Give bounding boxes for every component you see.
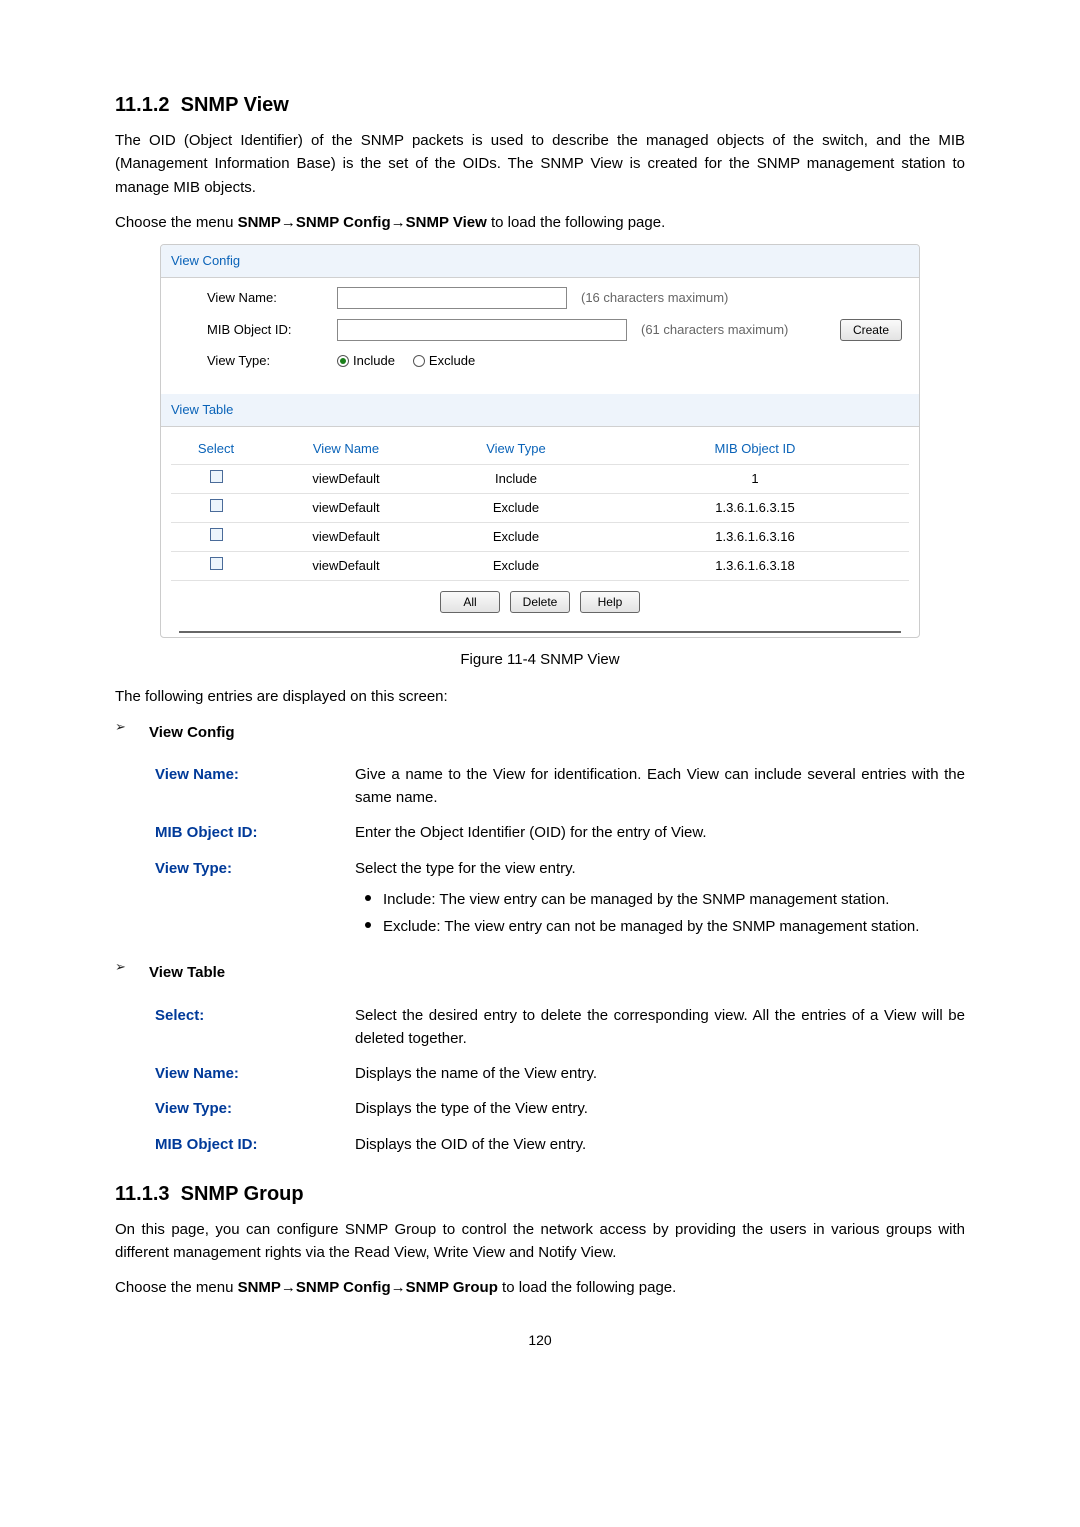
bullet-icon [365,895,371,901]
checkbox-icon[interactable] [210,557,223,570]
section-heading-snmp-view: 11.1.2 SNMP View [115,90,965,121]
label-view-name: View Name: [207,288,327,308]
hint-mib: (61 characters maximum) [641,320,788,340]
col-mib-object-id: MIB Object ID [601,435,909,464]
col-select: Select [171,435,261,464]
table-row: viewDefault Include 1 [171,464,909,493]
snmp-view-intro: The OID (Object Identifier) of the SNMP … [115,129,965,199]
desc-view-name: Give a name to the View for identificati… [355,763,965,810]
desc-view-type-2: Displays the type of the View entry. [355,1097,965,1120]
divider [179,631,901,633]
desc-view-name-2: Displays the name of the View entry. [355,1062,965,1085]
input-mib-object-id[interactable] [337,319,627,341]
checkbox-icon[interactable] [210,470,223,483]
entries-intro: The following entries are displayed on t… [115,685,965,708]
radio-exclude[interactable]: Exclude [413,351,475,371]
term-view-type-2: View Type: [155,1097,355,1120]
snmp-view-panel: View Config View Name: (16 characters ma… [160,244,920,638]
delete-button[interactable]: Delete [510,591,571,613]
checkbox-icon[interactable] [210,499,223,512]
input-view-name[interactable] [337,287,567,309]
term-view-type: View Type: [155,857,355,880]
desc-view-type: Select the type for the view entry. Incl… [355,857,965,943]
snmp-group-menu-path: Choose the menu SNMP→SNMP Config→SNMP Gr… [115,1276,965,1299]
subhead-view-table: ➢ View Table [115,955,965,992]
radio-include[interactable]: Include [337,351,395,371]
col-view-name: View Name [261,435,431,464]
term-mib-object-id: MIB Object ID: [155,821,355,844]
term-mib-object-id-2: MIB Object ID: [155,1133,355,1156]
view-config-title: View Config [161,245,919,278]
radio-dot-icon [413,355,425,367]
table-row: viewDefault Exclude 1.3.6.1.6.3.16 [171,522,909,551]
snmp-group-intro: On this page, you can configure SNMP Gro… [115,1218,965,1265]
hint-view-name: (16 characters maximum) [581,288,728,308]
desc-select: Select the desired entry to delete the c… [355,1004,965,1051]
term-view-name-2: View Name: [155,1062,355,1085]
arrow-icon: ➢ [115,719,126,734]
bullet-icon [365,922,371,928]
help-button[interactable]: Help [580,591,640,613]
section-heading-snmp-group: 11.1.3 SNMP Group [115,1179,965,1210]
label-view-type: View Type: [207,351,327,371]
col-view-type: View Type [431,435,601,464]
figure-caption: Figure 11-4 SNMP View [115,648,965,671]
subhead-view-config: ➢ View Config [115,715,965,752]
view-table-title: View Table [161,394,919,427]
snmp-view-menu-path: Choose the menu SNMP→SNMP Config→SNMP Vi… [115,211,965,234]
desc-mib-object-id: Enter the Object Identifier (OID) for th… [355,821,965,844]
label-mib-object-id: MIB Object ID: [207,320,327,340]
arrow-icon: ➢ [115,959,126,974]
term-view-name: View Name: [155,763,355,786]
view-table: Select View Name View Type MIB Object ID… [171,435,909,581]
create-button[interactable]: Create [840,319,902,341]
all-button[interactable]: All [440,591,500,613]
table-row: viewDefault Exclude 1.3.6.1.6.3.15 [171,493,909,522]
radio-dot-icon [337,355,349,367]
desc-mib-object-id-2: Displays the OID of the View entry. [355,1133,965,1156]
checkbox-icon[interactable] [210,528,223,541]
term-select: Select: [155,1004,355,1027]
page-number: 120 [115,1330,965,1352]
table-row: viewDefault Exclude 1.3.6.1.6.3.18 [171,551,909,580]
